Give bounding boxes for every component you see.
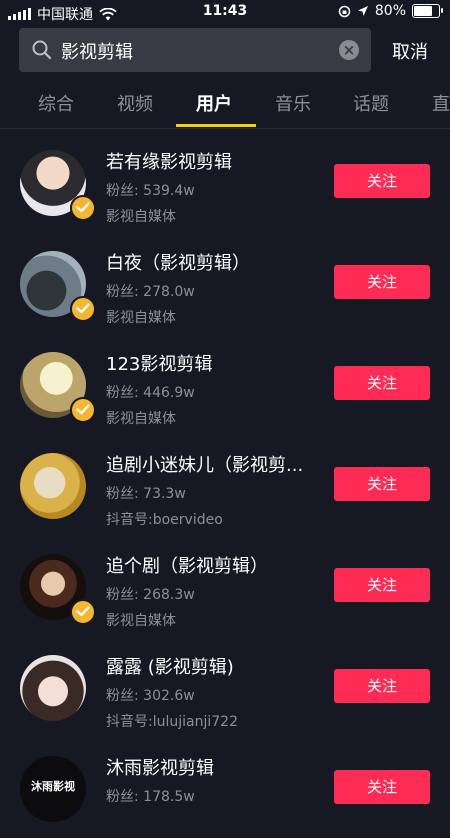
follow-button[interactable]: 关注: [334, 568, 430, 602]
follower-count: 粉丝: 278.0w: [106, 284, 195, 300]
user-name: 若有缘影视剪辑: [106, 152, 232, 173]
battery-level: [414, 6, 432, 16]
user-row[interactable]: 追剧小迷妹儿（影视剪... 粉丝: 73.3w 抖音号:boervideo 关注: [0, 435, 450, 535]
user-row[interactable]: 沐雨影视 沐雨影视剪辑 粉丝: 178.5w 关注: [0, 738, 450, 838]
user-name: 露露 (影视剪辑): [106, 657, 234, 678]
user-row[interactable]: 露露 (影视剪辑) 粉丝: 302.6w 抖音号:lulujianji722 关…: [0, 637, 450, 737]
tab-topics[interactable]: 话题: [353, 90, 389, 116]
status-right: 80%: [338, 3, 443, 19]
verified-badge-icon: [70, 397, 96, 423]
follow-button[interactable]: 关注: [334, 265, 430, 299]
search-tabs: 综合 视频 用户 音乐 话题 直: [0, 84, 450, 129]
close-icon: ×: [342, 41, 356, 59]
search-icon: [32, 40, 52, 60]
user-description: 影视自媒体: [106, 209, 176, 225]
user-row[interactable]: 123影视剪辑 粉丝: 446.9w 影视自媒体 关注: [0, 334, 450, 434]
follower-count: 粉丝: 73.3w: [106, 486, 186, 502]
tab-users[interactable]: 用户: [196, 90, 232, 116]
follower-count: 粉丝: 178.5w: [106, 789, 195, 805]
clear-search-button[interactable]: ×: [339, 40, 359, 60]
user-name: 追个剧（影视剪辑）: [106, 556, 268, 577]
user-name: 白夜（影视剪辑）: [106, 253, 250, 274]
verified-badge-icon: [70, 296, 96, 322]
search-input[interactable]: 影视剪辑 ×: [19, 28, 371, 72]
user-description: 影视自媒体: [106, 411, 176, 427]
active-tab-indicator: [176, 124, 256, 127]
verified-badge-icon: [70, 599, 96, 625]
search-row: 影视剪辑 × 取消: [0, 28, 450, 72]
user-description: 影视自媒体: [106, 310, 176, 326]
battery-icon: [412, 4, 443, 18]
search-query: 影视剪辑: [61, 42, 133, 63]
follower-count: 粉丝: 302.6w: [106, 688, 195, 704]
user-description: 抖音号:lulujianji722: [106, 714, 238, 730]
tab-music[interactable]: 音乐: [275, 90, 311, 116]
user-name: 123影视剪辑: [106, 354, 213, 375]
user-row[interactable]: 追个剧（影视剪辑） 粉丝: 268.3w 影视自媒体 关注: [0, 536, 450, 636]
tab-video[interactable]: 视频: [117, 90, 153, 116]
follower-count: 粉丝: 539.4w: [106, 183, 195, 199]
user-name: 追剧小迷妹儿（影视剪...: [106, 455, 304, 476]
avatar[interactable]: [20, 655, 86, 721]
user-row[interactable]: 白夜（影视剪辑） 粉丝: 278.0w 影视自媒体 关注: [0, 233, 450, 333]
tab-comprehensive[interactable]: 综合: [38, 90, 74, 116]
verified-badge-icon: [70, 195, 96, 221]
avatar-logo-text: 沐雨影视: [31, 780, 75, 793]
orientation-lock-icon: [338, 5, 351, 17]
follow-button[interactable]: 关注: [334, 770, 430, 804]
tab-live[interactable]: 直: [432, 90, 450, 116]
follower-count: 粉丝: 446.9w: [106, 385, 195, 401]
follow-button[interactable]: 关注: [334, 467, 430, 501]
avatar[interactable]: 沐雨影视: [20, 756, 86, 822]
user-description: 抖音号:boervideo: [106, 512, 223, 528]
follow-button[interactable]: 关注: [334, 366, 430, 400]
follower-count: 粉丝: 268.3w: [106, 587, 195, 603]
user-row[interactable]: 若有缘影视剪辑 粉丝: 539.4w 影视自媒体 关注: [0, 132, 450, 232]
user-name: 沐雨影视剪辑: [106, 758, 214, 779]
location-icon: [357, 6, 368, 16]
battery-percent: 80%: [374, 3, 406, 19]
avatar[interactable]: [20, 453, 86, 519]
user-description: 影视自媒体: [106, 613, 176, 629]
follow-button[interactable]: 关注: [334, 164, 430, 198]
follow-button[interactable]: 关注: [334, 669, 430, 703]
status-bar: 中国联通 11:43 80%: [0, 0, 450, 24]
cancel-button[interactable]: 取消: [392, 38, 428, 64]
